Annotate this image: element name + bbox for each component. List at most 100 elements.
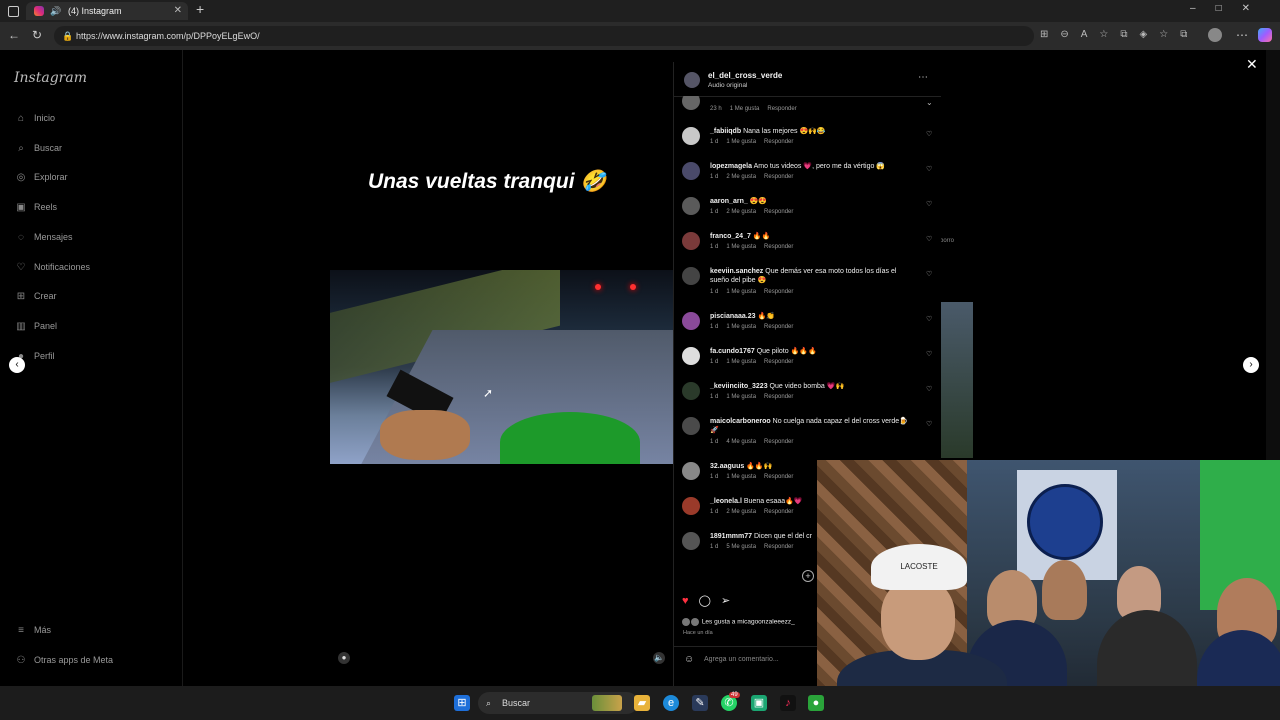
comment-username[interactable]: 1891mmm77 [710, 533, 752, 540]
comment-likes[interactable]: 5 Me gusta [726, 544, 756, 550]
close-tab-icon[interactable]: ✕ [174, 2, 182, 20]
comment-like-heart-icon[interactable]: ♡ [926, 315, 932, 323]
comment-reply-button[interactable]: Responder [764, 394, 793, 400]
mute-icon[interactable]: 🔈 [653, 652, 665, 664]
edge-icon[interactable]: e [663, 695, 679, 711]
file-explorer-icon[interactable]: ▰ [634, 695, 650, 711]
commenter-avatar[interactable] [682, 197, 700, 215]
comment-username[interactable]: keeviin.sanchez [710, 268, 763, 275]
comment-reply-button[interactable]: Responder [764, 544, 793, 550]
comment-reply-button[interactable]: Responder [764, 289, 793, 295]
add-comment-input[interactable]: Agrega un comentario... [704, 656, 779, 663]
previous-post-button[interactable]: ‹ [9, 357, 25, 373]
sidebar-item-inicio[interactable]: ⌂ Inicio [14, 109, 55, 127]
sidebar-item-meta-apps[interactable]: ⚇ Otras apps de Meta [14, 651, 114, 669]
commenter-avatar[interactable] [682, 267, 700, 285]
commenter-avatar[interactable] [682, 232, 700, 250]
comment-likes[interactable]: 2 Me gusta [726, 509, 756, 515]
comment-likes[interactable]: 1 Me gusta [726, 394, 756, 400]
comment-like-heart-icon[interactable]: ♡ [926, 270, 932, 278]
author-username[interactable]: el_del_cross_verde [708, 71, 782, 80]
liked-by[interactable]: Les gusta a micagoonzaleeezz_ [682, 618, 795, 626]
sidebar-item-notificaciones[interactable]: ♡ Notificaciones [14, 258, 91, 276]
comment-likes[interactable]: 2 Me gusta [726, 209, 756, 215]
comment-reply-button[interactable]: Responder [764, 474, 793, 480]
comment-like-heart-icon[interactable]: ♡ [926, 130, 932, 138]
comment-username[interactable]: _leonela.l [710, 498, 742, 505]
comment-username[interactable]: lopezmagela [710, 163, 752, 170]
comment-reply-button[interactable]: Responder [764, 359, 793, 365]
more-options-icon[interactable]: ⋯ [918, 72, 928, 83]
new-tab-button[interactable]: + [196, 1, 204, 17]
commenter-avatar[interactable] [682, 96, 700, 110]
speaker-icon[interactable]: 🔊 [50, 2, 61, 20]
app-icon[interactable]: ✎ [692, 695, 708, 711]
comment-username[interactable]: maicolcarboneroo [710, 418, 771, 425]
comment-icon[interactable]: ◯ [699, 595, 711, 607]
comment-reply-button[interactable]: Responder [764, 139, 793, 145]
comment-likes[interactable]: 1 Me gusta [730, 106, 760, 112]
sidebar-item-panel[interactable]: ▥ Panel [14, 317, 57, 335]
comment-username[interactable]: 32.aaguus [710, 463, 744, 470]
post-video[interactable] [330, 270, 673, 464]
sidebar-item-reels[interactable]: ▣ Reels [14, 198, 57, 216]
back-icon[interactable]: ← [8, 28, 20, 42]
comment-reply-button[interactable]: Responder [764, 209, 793, 215]
tagged-users-icon[interactable]: ● [338, 652, 350, 664]
tab-actions-icon[interactable] [8, 6, 19, 17]
share-icon[interactable]: ➢ [721, 595, 730, 607]
commenter-avatar[interactable] [682, 382, 700, 400]
browser-profile-avatar[interactable] [1208, 28, 1222, 42]
comment-reply-button[interactable]: Responder [764, 324, 793, 330]
comment-reply-button[interactable]: Responder [764, 244, 793, 250]
more-menu-icon[interactable]: ⋯ [1236, 28, 1248, 42]
comment-username[interactable]: _fabiiqdb [710, 128, 741, 135]
commenter-avatar[interactable] [682, 162, 700, 180]
comment-reply-button[interactable]: Responder [764, 439, 793, 445]
comment-likes[interactable]: 4 Me gusta [726, 439, 756, 445]
comment-likes[interactable]: 1 Me gusta [726, 139, 756, 145]
commenter-avatar[interactable] [682, 347, 700, 365]
refresh-icon[interactable]: ↻ [32, 28, 42, 42]
app-icon-2[interactable]: ▣ [751, 695, 767, 711]
comment-like-heart-icon[interactable]: ♡ [926, 200, 932, 208]
audio-label[interactable]: Audio original [708, 82, 747, 89]
commenter-avatar[interactable] [682, 497, 700, 515]
comment-reply-button[interactable]: Responder [764, 174, 793, 180]
load-more-comments-icon[interactable]: + [802, 570, 814, 582]
comment-likes[interactable]: 1 Me gusta [726, 359, 756, 365]
sidebar-item-buscar[interactable]: ⌕ Buscar [14, 139, 62, 157]
comment-username[interactable]: franco_24_7 [710, 233, 751, 240]
instagram-logo[interactable]: Instagram [14, 70, 87, 86]
url-field[interactable]: 🔒 https://www.instagram.com/p/DPPoyELgEw… [54, 26, 1034, 46]
commenter-avatar[interactable] [682, 462, 700, 480]
sidebar-item-mensajes[interactable]: ◌ Mensajes [14, 228, 73, 246]
widgets-icon[interactable] [592, 695, 622, 711]
commenter-avatar[interactable] [682, 532, 700, 550]
comment-likes[interactable]: 1 Me gusta [726, 244, 756, 250]
comment-like-heart-icon[interactable]: ♡ [926, 165, 932, 173]
comment-likes[interactable]: 1 Me gusta [726, 289, 756, 295]
chevron-down-icon[interactable]: ⌄ [926, 98, 933, 107]
comment-likes[interactable]: 1 Me gusta [726, 474, 756, 480]
commenter-avatar[interactable] [682, 312, 700, 330]
commenter-avatar[interactable] [682, 127, 700, 145]
comment-username[interactable]: _keviinciito_3223 [710, 383, 768, 390]
browser-tab-instagram[interactable]: 🔊 (4) Instagram ✕ [26, 2, 188, 20]
emoji-icon[interactable]: ☺ [684, 654, 694, 665]
tiktok-icon[interactable]: ♪ [780, 695, 796, 711]
comment-username[interactable]: aaron_arn_ [710, 198, 748, 205]
browser-toolbar-icons[interactable]: ⊞⊖A☆⧉◈☆⧉ [1040, 29, 1199, 40]
comment-reply-button[interactable]: Responder [764, 509, 793, 515]
comment-likes[interactable]: 1 Me gusta [726, 324, 756, 330]
windows-start-icon[interactable]: ⊞ [454, 695, 470, 711]
window-controls[interactable]: –□✕ [1190, 3, 1270, 14]
commenter-avatar[interactable] [682, 417, 700, 435]
like-heart-icon[interactable]: ♥ [682, 595, 689, 607]
sidebar-item-explorar[interactable]: ◎ Explorar [14, 168, 68, 186]
app-icon-3[interactable]: ● [808, 695, 824, 711]
comment-likes[interactable]: 2 Me gusta [726, 174, 756, 180]
comment-like-heart-icon[interactable]: ♡ [926, 385, 932, 393]
author-avatar[interactable] [684, 72, 700, 88]
sidebar-item-crear[interactable]: ⊞ Crear [14, 287, 57, 305]
